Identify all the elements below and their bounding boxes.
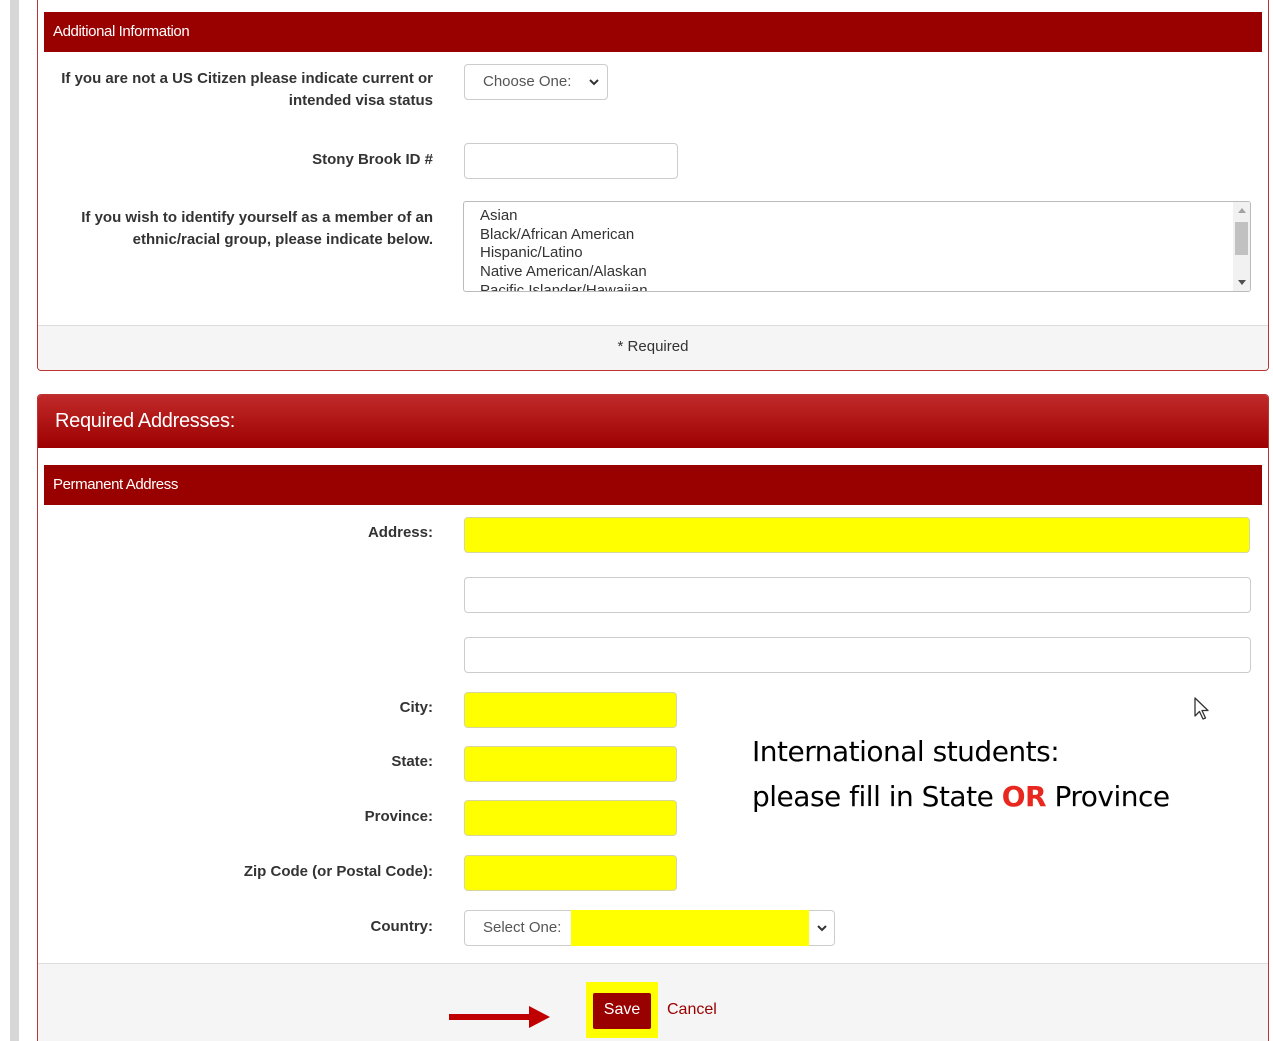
country-select[interactable]: Select One: [464, 910, 835, 946]
ethnic-option[interactable]: Asian [480, 207, 648, 226]
address-line3-input[interactable] [464, 637, 1251, 673]
international-students-callout: International students: please fill in S… [752, 729, 1170, 819]
permanent-address-heading: Permanent Address [44, 465, 1262, 505]
address-line1-input[interactable] [464, 517, 1250, 553]
country-highlight [571, 910, 809, 946]
country-label: Country: [370, 918, 434, 935]
ethnic-option[interactable]: Black/African American [480, 226, 648, 245]
sbu-id-input[interactable] [464, 143, 678, 179]
save-button[interactable]: Save [593, 993, 651, 1029]
left-page-rule [10, 0, 19, 1041]
country-value: Select One: [483, 919, 562, 936]
additional-info-heading: Additional Information [44, 12, 1262, 52]
cancel-link[interactable]: Cancel [667, 1001, 717, 1019]
ethnic-group-label: If you wish to identify yourself as a me… [81, 209, 433, 248]
state-input[interactable] [464, 746, 677, 782]
province-label: Province: [364, 808, 433, 825]
ethnic-option[interactable]: Native American/Alaskan [480, 263, 648, 282]
ethnic-option[interactable]: Pacific Islander/Hawaiian [480, 282, 648, 291]
visa-status-label: If you are not a US Citizen please indic… [61, 70, 433, 109]
required-note: * Required [38, 325, 1268, 370]
visa-status-select[interactable]: Choose One: [464, 64, 608, 100]
ethnic-option[interactable]: Hispanic/Latino [480, 244, 648, 263]
address-line2-input[interactable] [464, 577, 1251, 613]
chevron-down-icon [589, 79, 599, 86]
sbu-id-label: Stony Brook ID # [312, 151, 433, 168]
mouse-cursor-icon [1194, 697, 1209, 720]
callout-or-emphasis: OR [1001, 780, 1047, 813]
arrow-right-icon [449, 1006, 550, 1028]
city-label: City: [399, 699, 433, 716]
city-input[interactable] [464, 692, 677, 728]
scroll-up-icon[interactable] [1238, 208, 1246, 213]
zip-code-label: Zip Code (or Postal Code): [243, 863, 433, 880]
state-label: State: [391, 753, 433, 770]
listbox-scrollbar[interactable] [1233, 202, 1250, 291]
required-addresses-panel: Required Addresses: Permanent Address Ad… [37, 394, 1269, 1041]
scrollbar-thumb[interactable] [1235, 222, 1248, 255]
address-label: Address: [367, 524, 433, 541]
visa-status-value: Choose One: [483, 73, 572, 90]
callout-line1: International students: [752, 735, 1060, 768]
chevron-down-icon [817, 925, 827, 932]
scroll-down-icon[interactable] [1238, 280, 1246, 285]
ethnic-group-listbox[interactable]: Asian Black/African American Hispanic/La… [463, 201, 1251, 292]
callout-line2: please fill in State OR Province [752, 780, 1170, 813]
zip-code-input[interactable] [464, 855, 677, 891]
province-input[interactable] [464, 800, 677, 836]
required-addresses-heading: Required Addresses: [38, 395, 1268, 448]
additional-info-panel: Additional Information If you are not a … [37, 0, 1269, 371]
